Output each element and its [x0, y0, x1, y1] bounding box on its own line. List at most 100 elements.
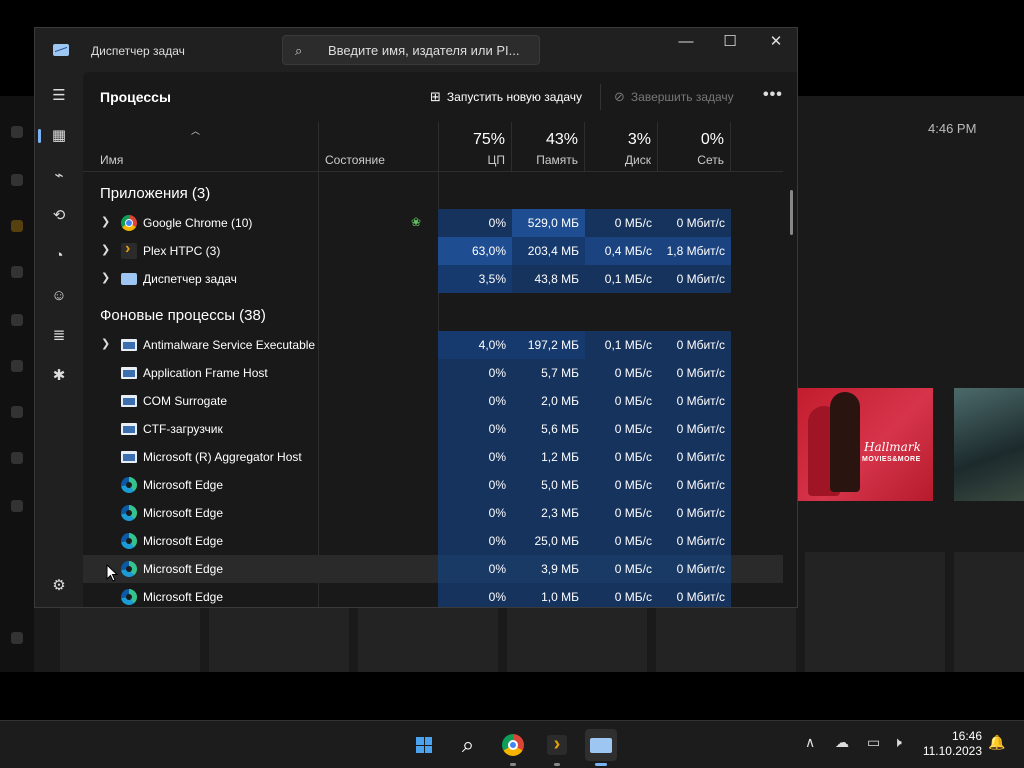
sort-up-icon: ︿	[191, 126, 201, 136]
process-name: Application Frame Host	[143, 366, 268, 380]
process-mem: 2,0 МБ	[512, 387, 585, 415]
scrollbar-thumb[interactable]	[790, 190, 793, 235]
title-bar[interactable]: Диспетчер задач ⌕ — ☐ ✕	[35, 28, 797, 72]
process-cpu: 3,5%	[438, 265, 512, 293]
process-mem: 5,6 МБ	[512, 415, 585, 443]
run-new-task-label: Запустить новую задачу	[446, 90, 583, 104]
process-row[interactable]: Microsoft Edge 0% 2,3 МБ 0 МБ/с 0 Мбит/с	[83, 499, 783, 527]
column-header-name[interactable]: Имя	[100, 153, 123, 167]
process-mem: 25,0 МБ	[512, 527, 585, 555]
settings-icon[interactable]: ⚙	[47, 574, 71, 598]
process-cpu: 0%	[438, 209, 512, 237]
column-header-cpu[interactable]: 75% ЦП	[438, 122, 512, 172]
services-icon[interactable]: ✱	[47, 364, 71, 388]
process-row[interactable]: Microsoft Edge 0% 25,0 МБ 0 МБ/с 0 Мбит/с	[83, 527, 783, 555]
process-cpu: 0%	[438, 471, 512, 499]
process-row[interactable]: ❯ Диспетчер задач 3,5% 43,8 МБ 0,1 МБ/с 0 Мби…	[83, 265, 783, 293]
edge-icon	[121, 589, 137, 605]
clock[interactable]: 16:46 11.10.2023	[923, 729, 982, 759]
edge-icon	[121, 561, 137, 577]
process-row[interactable]: Microsoft Edge 0% 5,0 МБ 0 МБ/с 0 Мбит/с	[83, 471, 783, 499]
window-title: Диспетчер задач	[91, 44, 185, 58]
notification-bell-icon[interactable]: 🔔	[988, 734, 1005, 751]
onedrive-icon[interactable]: ☁	[835, 734, 849, 751]
process-cpu: 0%	[438, 415, 512, 443]
process-cpu: 0%	[438, 499, 512, 527]
process-mem: 2,3 МБ	[512, 499, 585, 527]
chrome-icon	[502, 734, 524, 756]
process-net: 0 Мбит/с	[658, 443, 731, 471]
chevron-right-icon[interactable]: ❯	[101, 271, 110, 284]
process-mem: 1,2 МБ	[512, 443, 585, 471]
minimize-button[interactable]: —	[663, 28, 709, 58]
taskmgr-icon	[121, 273, 137, 285]
search-box[interactable]: ⌕	[282, 35, 540, 65]
search-input[interactable]	[328, 42, 533, 58]
process-mem: 203,4 МБ	[512, 237, 585, 265]
end-task-button[interactable]: ⊘ Завершить задачу	[614, 89, 734, 105]
process-net: 0 Мбит/с	[658, 209, 731, 237]
process-row[interactable]: Microsoft Edge 0% 3,9 МБ 0 МБ/с 0 Мбит/с	[83, 555, 783, 583]
process-row[interactable]: CTF-загрузчик 0% 5,6 МБ 0 МБ/с 0 Мбит/с	[83, 415, 783, 443]
movie-poster[interactable]	[954, 388, 1024, 501]
process-row[interactable]: Microsoft Edge 0% 1,0 МБ 0 МБ/с 0 Мбит/с	[83, 583, 783, 607]
history-icon[interactable]: ⟲	[47, 204, 71, 228]
column-header-status[interactable]: Состояние	[325, 153, 385, 167]
hamburger-icon[interactable]: ☰	[47, 84, 71, 108]
process-disk: 0 МБ/с	[585, 471, 658, 499]
details-icon[interactable]: ≣	[47, 324, 71, 348]
process-mem: 529,0 МБ	[512, 209, 585, 237]
run-new-task-button[interactable]: ⊞ Запустить новую задачу	[430, 89, 582, 105]
column-header-network[interactable]: 0% Сеть	[658, 122, 731, 172]
process-row[interactable]: ❯ Antimalware Service Executable 4,0% 197,2…	[83, 331, 783, 359]
process-net: 0 Мбит/с	[658, 499, 731, 527]
column-header-disk[interactable]: 3% Диск	[585, 122, 658, 172]
tray-chevron-icon[interactable]: ∧	[805, 734, 815, 751]
process-mem: 197,2 МБ	[512, 331, 585, 359]
chevron-right-icon[interactable]: ❯	[101, 243, 110, 256]
background-clock: 4:46 PM	[928, 121, 977, 136]
process-row[interactable]: COM Surrogate 0% 2,0 МБ 0 МБ/с 0 Мбит/с	[83, 387, 783, 415]
close-button[interactable]: ✕	[753, 28, 797, 58]
cpu-label: ЦП	[487, 153, 505, 167]
process-name: Microsoft Edge	[143, 478, 224, 492]
hallmark-poster[interactable]: Hallmark MOVIES&MORE	[798, 388, 933, 501]
users-icon[interactable]: ☺	[47, 284, 71, 308]
process-disk: 0 МБ/с	[585, 415, 658, 443]
process-net: 0 Мбит/с	[658, 359, 731, 387]
chrome-taskbar-button[interactable]	[497, 729, 529, 766]
taskmgr-taskbar-button[interactable]	[585, 729, 617, 766]
header-divider	[83, 171, 783, 172]
processes-icon[interactable]: ▦	[38, 124, 71, 148]
process-disk: 0 МБ/с	[585, 359, 658, 387]
start-button[interactable]	[408, 729, 440, 761]
chevron-right-icon[interactable]: ❯	[101, 337, 110, 350]
process-net: 0 Мбит/с	[658, 555, 731, 583]
search-button[interactable]: ⌕	[452, 729, 484, 761]
end-task-label: Завершить задачу	[630, 90, 734, 104]
process-row[interactable]: Microsoft (R) Aggregator Host 0% 1,2 МБ 0 М…	[83, 443, 783, 471]
plex-taskbar-button[interactable]: ›	[541, 729, 573, 766]
startup-icon[interactable]: ◔	[47, 244, 71, 268]
process-name: Plex HTPC (3)	[143, 244, 221, 258]
page-title: Процессы	[100, 89, 171, 105]
process-row[interactable]: Application Frame Host 0% 5,7 МБ 0 МБ/с 0 Мб…	[83, 359, 783, 387]
process-row[interactable]: ❯ Google Chrome (10) ❀ 0% 529,0 МБ 0 МБ/с 0 Мб…	[83, 209, 783, 237]
chevron-right-icon[interactable]: ❯	[101, 215, 110, 228]
disk-label: Диск	[624, 153, 651, 167]
clock-time: 16:46	[951, 729, 982, 743]
cpu-total: 75%	[472, 131, 505, 148]
window-icon	[121, 339, 137, 351]
chrome-icon	[121, 215, 137, 231]
more-options-button[interactable]: •••	[763, 86, 783, 104]
maximize-button[interactable]: ☐	[707, 28, 753, 58]
display-icon[interactable]: ▭	[867, 734, 880, 751]
process-name: Microsoft Edge	[143, 534, 224, 548]
column-header-memory[interactable]: 43% Память	[512, 122, 585, 172]
performance-icon[interactable]: ⌁	[47, 164, 71, 188]
process-row[interactable]: ❯ Plex HTPC (3) 63,0%203,4 МБ0,4 МБ/с1,8 М…	[83, 237, 783, 265]
background-bottom	[0, 672, 1024, 720]
volume-icon[interactable]: 🕨	[893, 734, 902, 751]
edge-icon	[121, 505, 137, 521]
process-disk: 0,1 МБ/с	[585, 265, 658, 293]
